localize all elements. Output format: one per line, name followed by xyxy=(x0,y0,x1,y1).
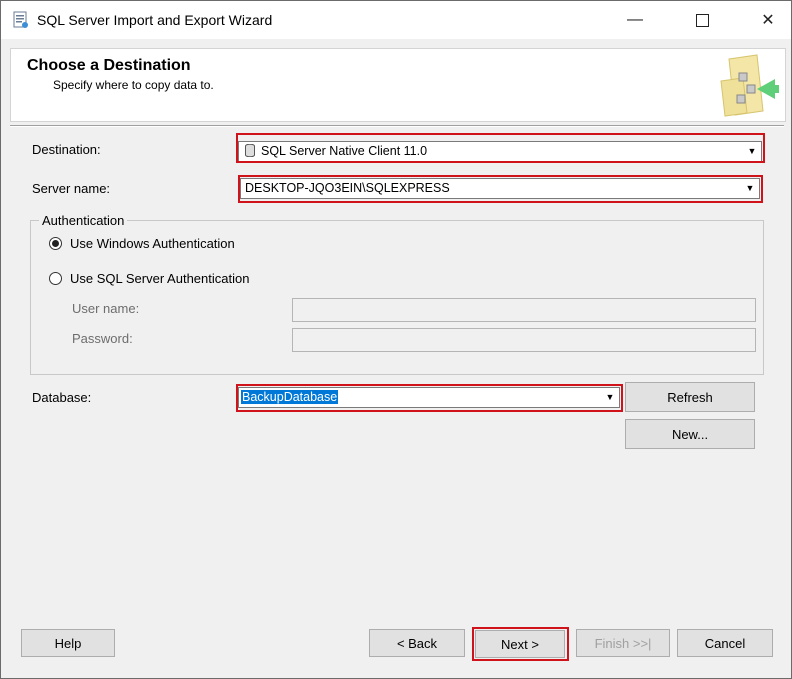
sql-auth-option[interactable]: Use SQL Server Authentication xyxy=(49,271,249,286)
new-label: New... xyxy=(671,426,709,442)
wizard-banner-icon xyxy=(720,54,779,117)
database-label: Database: xyxy=(32,390,92,405)
cancel-label: Cancel xyxy=(704,635,746,651)
password-input[interactable] xyxy=(292,328,756,352)
close-button[interactable]: ✕ xyxy=(745,1,791,39)
maximize-icon xyxy=(695,13,709,27)
destination-label: Destination: xyxy=(32,142,101,157)
destination-highlight xyxy=(236,133,765,163)
finish-label: Finish >>| xyxy=(594,635,652,651)
password-label: Password: xyxy=(72,331,133,346)
username-label: User name: xyxy=(72,301,140,316)
authentication-legend: Authentication xyxy=(39,213,128,228)
windows-auth-radio[interactable] xyxy=(49,237,62,250)
windows-auth-label: Use Windows Authentication xyxy=(70,236,235,251)
sql-auth-label: Use SQL Server Authentication xyxy=(70,271,250,286)
window-title: SQL Server Import and Export Wizard xyxy=(37,12,273,28)
back-label: < Back xyxy=(396,635,438,651)
wizard-header: Choose a Destination Specify where to co… xyxy=(10,48,786,122)
page-title: Choose a Destination xyxy=(27,57,191,74)
cancel-button[interactable]: Cancel xyxy=(677,629,773,657)
sql-auth-radio[interactable] xyxy=(49,272,62,285)
help-button[interactable]: Help xyxy=(21,629,115,657)
wizard-window: SQL Server Import and Export Wizard — ✕ … xyxy=(0,0,792,679)
next-highlight xyxy=(472,627,569,661)
page-subtitle: Specify where to copy data to. xyxy=(53,78,214,92)
minimize-icon: — xyxy=(627,11,643,28)
refresh-button[interactable]: Refresh xyxy=(625,382,755,412)
close-icon: ✕ xyxy=(761,12,775,29)
new-database-button[interactable]: New... xyxy=(625,419,755,449)
header-separator xyxy=(10,125,784,127)
server-name-label: Server name: xyxy=(32,181,111,196)
minimize-button[interactable]: — xyxy=(612,1,658,39)
finish-button[interactable]: Finish >>| xyxy=(576,629,670,657)
maximize-button[interactable] xyxy=(679,1,725,39)
refresh-label: Refresh xyxy=(667,389,713,405)
server-name-highlight xyxy=(238,175,763,203)
back-button[interactable]: < Back xyxy=(369,629,465,657)
windows-auth-option[interactable]: Use Windows Authentication xyxy=(49,236,235,251)
app-icon xyxy=(13,11,28,28)
help-label: Help xyxy=(54,635,82,651)
username-input[interactable] xyxy=(292,298,756,322)
database-highlight xyxy=(236,384,623,412)
title-bar: SQL Server Import and Export Wizard — ✕ xyxy=(1,1,791,39)
